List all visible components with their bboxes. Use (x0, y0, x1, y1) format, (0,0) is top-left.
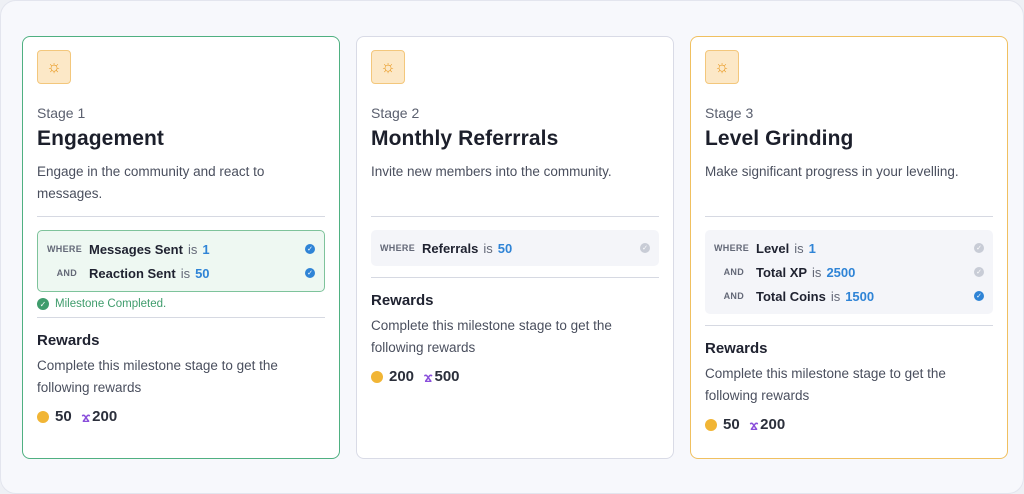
condition-value: 1 (202, 241, 210, 257)
condition-value: 50 (497, 240, 513, 256)
check-circle-icon: ✓ (974, 267, 984, 277)
condition-field: Reaction Sent (89, 265, 176, 281)
condition-operator: is (812, 264, 822, 280)
sun-icon: ☼ (371, 50, 405, 84)
condition-value: 2500 (826, 264, 856, 280)
stage-label: Stage 2 (371, 105, 420, 121)
divider (371, 216, 659, 217)
sun-icon: ☼ (705, 50, 739, 84)
rewards-description: Complete this milestone stage to get the… (37, 358, 278, 395)
check-circle-icon: ✓ (37, 298, 49, 310)
sun-icon: ☼ (37, 50, 71, 84)
coin-amount: 200 (389, 368, 415, 385)
stage-description: Invite new members into the community. (371, 164, 612, 179)
condition-row: WHERE Referrals is 50 ✓ (380, 236, 650, 260)
xp-amount: 200 (760, 416, 786, 433)
conditions-box: WHERE Messages Sent is 1 ✓ AND Reaction … (37, 230, 325, 292)
condition-row: WHERE Messages Sent is 1 ✓ (47, 237, 315, 261)
rewards-description: Complete this milestone stage to get the… (371, 318, 612, 355)
condition-keyword: AND (723, 267, 744, 277)
milestone-status: ✓ Milestone Completed. (37, 298, 325, 310)
condition-row: AND Total XP is 2500 ✓ (714, 260, 984, 284)
condition-row: AND Reaction Sent is 50 ✓ (47, 261, 315, 285)
coin-icon (705, 418, 717, 431)
divider (371, 277, 659, 278)
check-circle-icon: ✓ (305, 268, 315, 278)
check-circle-icon: ✓ (640, 243, 650, 253)
divider (705, 216, 993, 217)
condition-value: 1 (808, 240, 816, 256)
rewards-title: Rewards (705, 340, 768, 357)
condition-operator: is (794, 240, 804, 256)
condition-field: Total XP (756, 264, 808, 280)
stage-card-2[interactable]: ☼ Stage 2 Monthly Referrrals Invite new … (356, 36, 674, 459)
xp-icon: ϫ (424, 368, 433, 385)
condition-keyword: AND (723, 291, 744, 301)
condition-field: Referrals (422, 240, 479, 256)
condition-operator: is (830, 288, 841, 304)
check-circle-icon: ✓ (974, 243, 984, 253)
condition-operator: is (180, 265, 191, 281)
check-circle-icon: ✓ (305, 244, 315, 254)
xp-amount: 200 (92, 408, 118, 425)
condition-field: Messages Sent (89, 241, 183, 257)
coin-icon (371, 370, 383, 383)
rewards-row: 50 ϫ 200 (37, 408, 325, 425)
condition-field: Level (756, 240, 790, 256)
stage-card-1[interactable]: ☼ Stage 1 Engagement Engage in the commu… (22, 36, 340, 459)
coin-icon (37, 410, 49, 423)
condition-value: 1500 (845, 288, 875, 304)
stage-description: Engage in the community and react to mes… (37, 164, 265, 201)
condition-keyword: AND (56, 268, 77, 278)
stage-card-3[interactable]: ☼ Stage 3 Level Grinding Make significan… (690, 36, 1008, 459)
stage-label: Stage 3 (705, 105, 754, 121)
divider (705, 325, 993, 326)
rewards-description: Complete this milestone stage to get the… (705, 366, 946, 403)
coin-amount: 50 (723, 416, 740, 433)
divider (37, 317, 325, 318)
condition-row: AND Total Coins is 1500 ✓ (714, 284, 984, 308)
conditions-box: WHERE Level is 1 ✓ AND Total XP is 2500 … (705, 230, 993, 314)
xp-amount: 500 (434, 368, 460, 385)
condition-row: WHERE Level is 1 ✓ (714, 236, 984, 260)
condition-operator: is (483, 240, 493, 256)
milestone-text: Milestone Completed. (55, 298, 167, 310)
condition-value: 50 (195, 265, 210, 281)
stage-description: Make significant progress in your levell… (705, 164, 959, 179)
condition-field: Total Coins (756, 288, 826, 304)
condition-keyword: WHERE (714, 243, 749, 253)
stage-title: Engagement (37, 127, 165, 150)
condition-keyword: WHERE (47, 244, 82, 254)
conditions-box: WHERE Referrals is 50 ✓ (371, 230, 659, 266)
rewards-title: Rewards (37, 332, 100, 349)
divider (37, 216, 325, 217)
coin-amount: 50 (55, 408, 72, 425)
condition-keyword: WHERE (380, 243, 415, 253)
stage-title: Monthly Referrrals (371, 127, 559, 150)
condition-operator: is (187, 241, 198, 257)
stage-title: Level Grinding (705, 127, 854, 150)
app-frame: ☼ Stage 1 Engagement Engage in the commu… (0, 0, 1024, 494)
check-circle-icon: ✓ (974, 291, 984, 301)
rewards-row: 200 ϫ 500 (371, 368, 659, 385)
rewards-row: 50 ϫ 200 (705, 416, 993, 433)
xp-icon: ϫ (81, 408, 91, 425)
xp-icon: ϫ (749, 416, 759, 433)
stage-cards: ☼ Stage 1 Engagement Engage in the commu… (22, 36, 1008, 459)
rewards-title: Rewards (371, 292, 434, 309)
stage-label: Stage 1 (37, 105, 86, 121)
